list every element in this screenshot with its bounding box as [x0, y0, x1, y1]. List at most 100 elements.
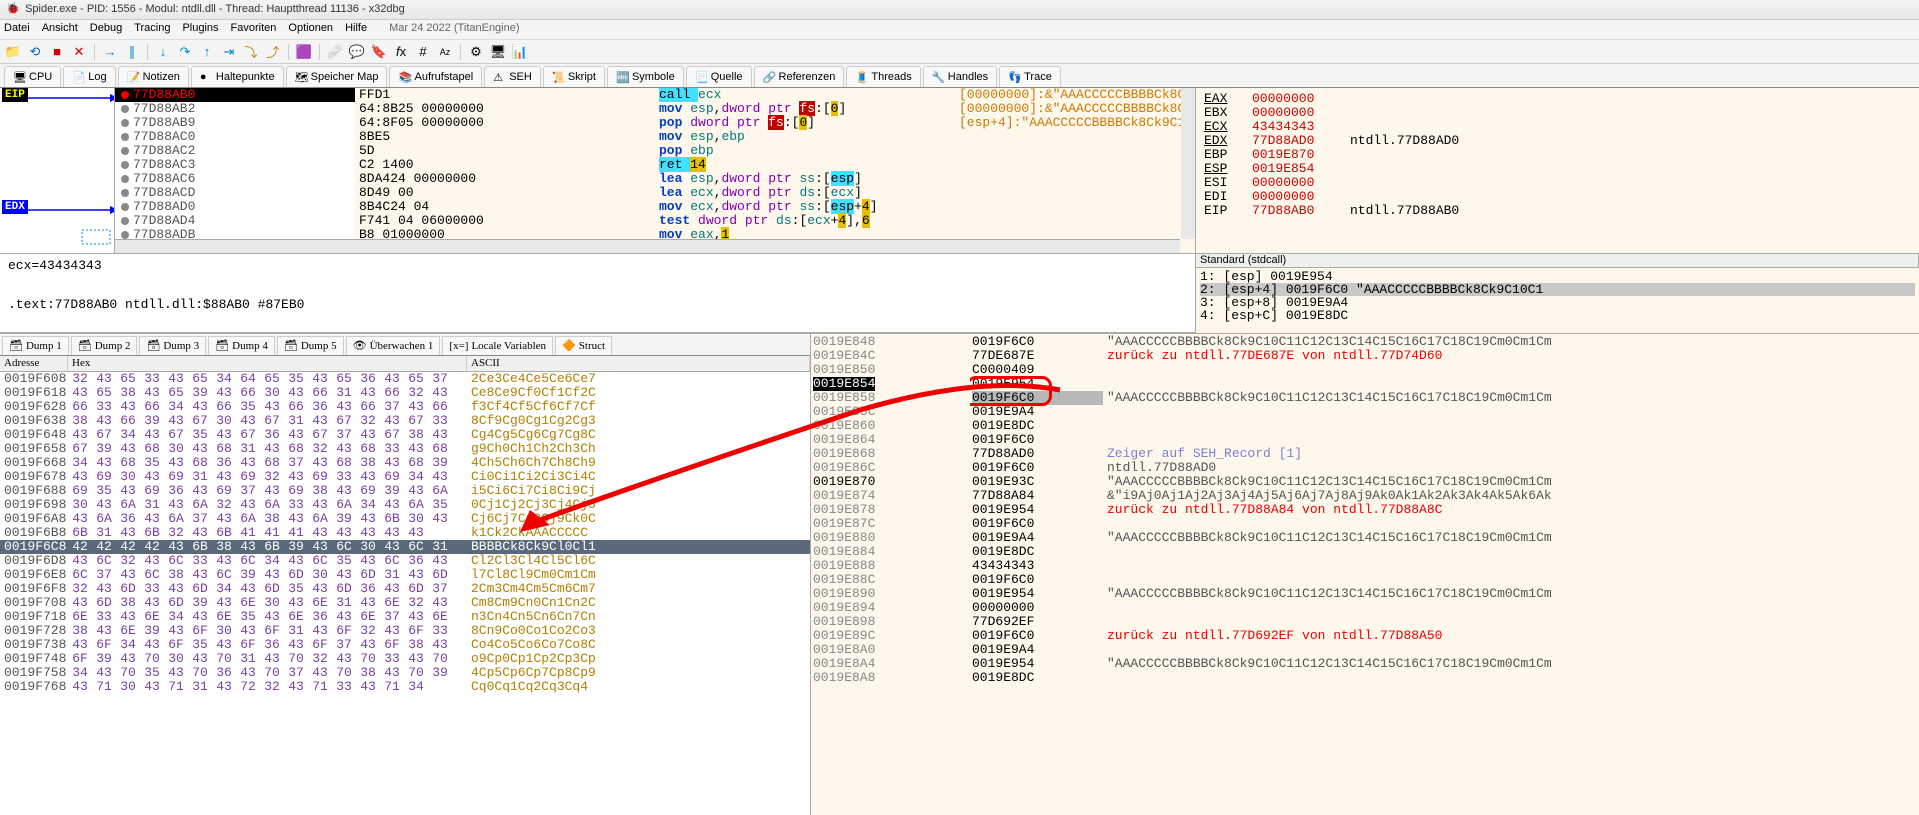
stack-val-row[interactable]: 0019F6C0: [972, 517, 1103, 531]
register-EAX[interactable]: EAX00000000: [1204, 92, 1911, 106]
settings-icon[interactable]: ⚙: [467, 43, 485, 61]
dump-row[interactable]: 0019F7186E33436E34436E35436E36436E37436E…: [0, 610, 810, 624]
dump-tab-3[interactable]: 🗃Dump 4: [208, 336, 275, 355]
dump-tab-7[interactable]: 🔶Struct: [555, 336, 612, 355]
registers-view[interactable]: EAX00000000EBX00000000ECX43434343EDX77D8…: [1195, 88, 1919, 253]
register-ECX[interactable]: ECX43434343: [1204, 120, 1911, 134]
dump-header-address[interactable]: Adresse: [0, 356, 68, 371]
tab-notizen[interactable]: 📝Notizen: [118, 66, 189, 87]
menu-debug[interactable]: Debug: [90, 22, 122, 37]
tab-aufrufstapel[interactable]: 📚Aufrufstapel: [389, 66, 482, 87]
stack-val-row[interactable]: 0019E8DC: [972, 419, 1103, 433]
open-icon[interactable]: 📁: [4, 43, 22, 61]
stack-val-row[interactable]: C0000409: [972, 363, 1103, 377]
hash-icon[interactable]: #: [414, 43, 432, 61]
stack-val-row[interactable]: 77D88AD0: [972, 447, 1103, 461]
stack-addr-row[interactable]: 0019E894: [813, 601, 968, 615]
stack-val-row[interactable]: 0019E954: [972, 377, 1103, 391]
calling-convention-label[interactable]: Standard (stdcall): [1195, 253, 1919, 268]
restart-icon[interactable]: ⟲: [26, 43, 44, 61]
register-ESP[interactable]: ESP0019E854: [1204, 162, 1911, 176]
stack-addr-row[interactable]: 0019E8A4: [813, 657, 968, 671]
dump-header-hex[interactable]: Hex: [68, 356, 467, 371]
tab-haltepunkte[interactable]: ●Haltepunkte: [191, 66, 284, 87]
stack-addr-row[interactable]: 0019E890: [813, 587, 968, 601]
stack-comment-column[interactable]: "AAACCCCCBBBBCk8Ck9C10C11C12C13C14C15C16…: [1105, 333, 1919, 815]
stack-addr-row[interactable]: 0019E898: [813, 615, 968, 629]
dump-row[interactable]: 0019F6B86B31436B32436B4141414343434343k1…: [0, 526, 810, 540]
fx-icon[interactable]: fx: [392, 43, 410, 61]
dump-row[interactable]: 0019F61843653843653943663043663143663243…: [0, 386, 810, 400]
comment-icon[interactable]: 💬: [348, 43, 366, 61]
stack-val-row[interactable]: 0019F6C0: [972, 391, 1103, 405]
stack-addr-row[interactable]: 0019E848: [813, 335, 968, 349]
stack-val-row[interactable]: 0019F6C0: [972, 573, 1103, 587]
dump-row[interactable]: 0019F7486F394370304370314370324370334370…: [0, 652, 810, 666]
dump-tab-2[interactable]: 🗃Dump 3: [139, 336, 206, 355]
disassembly-view[interactable]: EIP EDX 77D88AB077D88AB277D88AB977D88AC0…: [0, 88, 1195, 253]
stack-address-column[interactable]: 0019E8480019E84C0019E8500019E8540019E858…: [810, 333, 970, 815]
dump-row[interactable]: 0019F64843673443673543673643673743673843…: [0, 428, 810, 442]
close-icon[interactable]: ✕: [70, 43, 88, 61]
stop-icon[interactable]: ■: [48, 43, 66, 61]
stack-val-row[interactable]: 77D692EF: [972, 615, 1103, 629]
stack-addr-row[interactable]: 0019E860: [813, 419, 968, 433]
stack-addr-row[interactable]: 0019E89C: [813, 629, 968, 643]
label-icon[interactable]: 🔖: [370, 43, 388, 61]
tab-log[interactable]: 📄Log: [63, 66, 115, 87]
dump-view[interactable]: 🗃Dump 1🗃Dump 2🗃Dump 3🗃Dump 4🗃Dump 5👁Über…: [0, 333, 810, 815]
stack-val-row[interactable]: 0019F6C0: [972, 461, 1103, 475]
stack-addr-row[interactable]: 0019E880: [813, 531, 968, 545]
tab-speicher-map[interactable]: 🗺Speicher Map: [286, 66, 388, 87]
dump-row[interactable]: 0019F768437130437131437232437133437134Cq…: [0, 680, 810, 694]
stepover-icon[interactable]: ↷: [176, 43, 194, 61]
stack-addr-row[interactable]: 0019E85C: [813, 405, 968, 419]
stack-addr-row[interactable]: 0019E88C: [813, 573, 968, 587]
runto-icon[interactable]: ⇥: [220, 43, 238, 61]
stack-val-row[interactable]: 0019E9A4: [972, 405, 1103, 419]
dump-tab-5[interactable]: 👁Überwachen 1: [346, 336, 441, 355]
stack-addr-row[interactable]: 0019E850: [813, 363, 968, 377]
dump-row[interactable]: 0019F6E86C37436C38436C39436D30436D31436D…: [0, 568, 810, 582]
stack-val-row[interactable]: 0019F6C0: [972, 335, 1103, 349]
register-ESI[interactable]: ESI00000000: [1204, 176, 1911, 190]
stepinto-icon[interactable]: ↓: [154, 43, 172, 61]
dump-row[interactable]: 0019F60832436533436534646535436536436537…: [0, 372, 810, 386]
stack-args-view[interactable]: 1: [esp] 0019E9542: [esp+4] 0019F6C0 "AA…: [1195, 268, 1919, 333]
dump-row[interactable]: 0019F72838436E39436F30436F31436F32436F33…: [0, 624, 810, 638]
stack-addr-row[interactable]: 0019E854: [813, 377, 968, 391]
tab-cpu[interactable]: 🖥CPU: [4, 66, 61, 87]
dump-row[interactable]: 0019F6C842424242436B38436B39436C30436C31…: [0, 540, 810, 554]
stack-addr-row[interactable]: 0019E86C: [813, 461, 968, 475]
tab-symbole[interactable]: 🔤Symbole: [607, 66, 684, 87]
register-EIP[interactable]: EIP77D88AB0ntdll.77D88AB0: [1204, 204, 1911, 218]
stack-val-row[interactable]: 43434343: [972, 559, 1103, 573]
stack-addr-row[interactable]: 0019E8A8: [813, 671, 968, 685]
dump-header-ascii[interactable]: ASCII: [467, 356, 810, 371]
register-EDI[interactable]: EDI00000000: [1204, 190, 1911, 204]
menu-ansicht[interactable]: Ansicht: [42, 22, 78, 37]
run-icon[interactable]: →: [101, 43, 119, 61]
register-EDX[interactable]: EDX77D88AD0ntdll.77D88AD0: [1204, 134, 1911, 148]
stack-addr-row[interactable]: 0019E888: [813, 559, 968, 573]
stack-addr-row[interactable]: 0019E884: [813, 545, 968, 559]
v-scrollbar[interactable]: [1181, 88, 1195, 239]
patch-icon[interactable]: 🩹: [326, 43, 344, 61]
stack-val-row[interactable]: 0019E9A4: [972, 643, 1103, 657]
dump-row[interactable]: 0019F708436D38436D39436E30436E31436E3243…: [0, 596, 810, 610]
stack-val-row[interactable]: 0019E954: [972, 503, 1103, 517]
stack-val-row[interactable]: 00000000: [972, 601, 1103, 615]
h-scrollbar[interactable]: [115, 239, 1180, 253]
stack-val-row[interactable]: 0019E954: [972, 657, 1103, 671]
dump-tab-0[interactable]: 🗃Dump 1: [2, 336, 69, 355]
menu-favoriten[interactable]: Favoriten: [231, 22, 277, 37]
traceinto-icon[interactable]: ⤵: [242, 43, 260, 61]
dump-row[interactable]: 0019F67843693043693143693243693343693443…: [0, 470, 810, 484]
dump-tab-1[interactable]: 🗃Dump 2: [71, 336, 138, 355]
menu-tracing[interactable]: Tracing: [134, 22, 170, 37]
pause-icon[interactable]: ∥: [123, 43, 141, 61]
az-icon[interactable]: Az: [436, 43, 454, 61]
dump-row[interactable]: 0019F75834437035437036437037437038437039…: [0, 666, 810, 680]
dump-row[interactable]: 0019F62866334366344366354366364366374366…: [0, 400, 810, 414]
stack-addr-row[interactable]: 0019E874: [813, 489, 968, 503]
